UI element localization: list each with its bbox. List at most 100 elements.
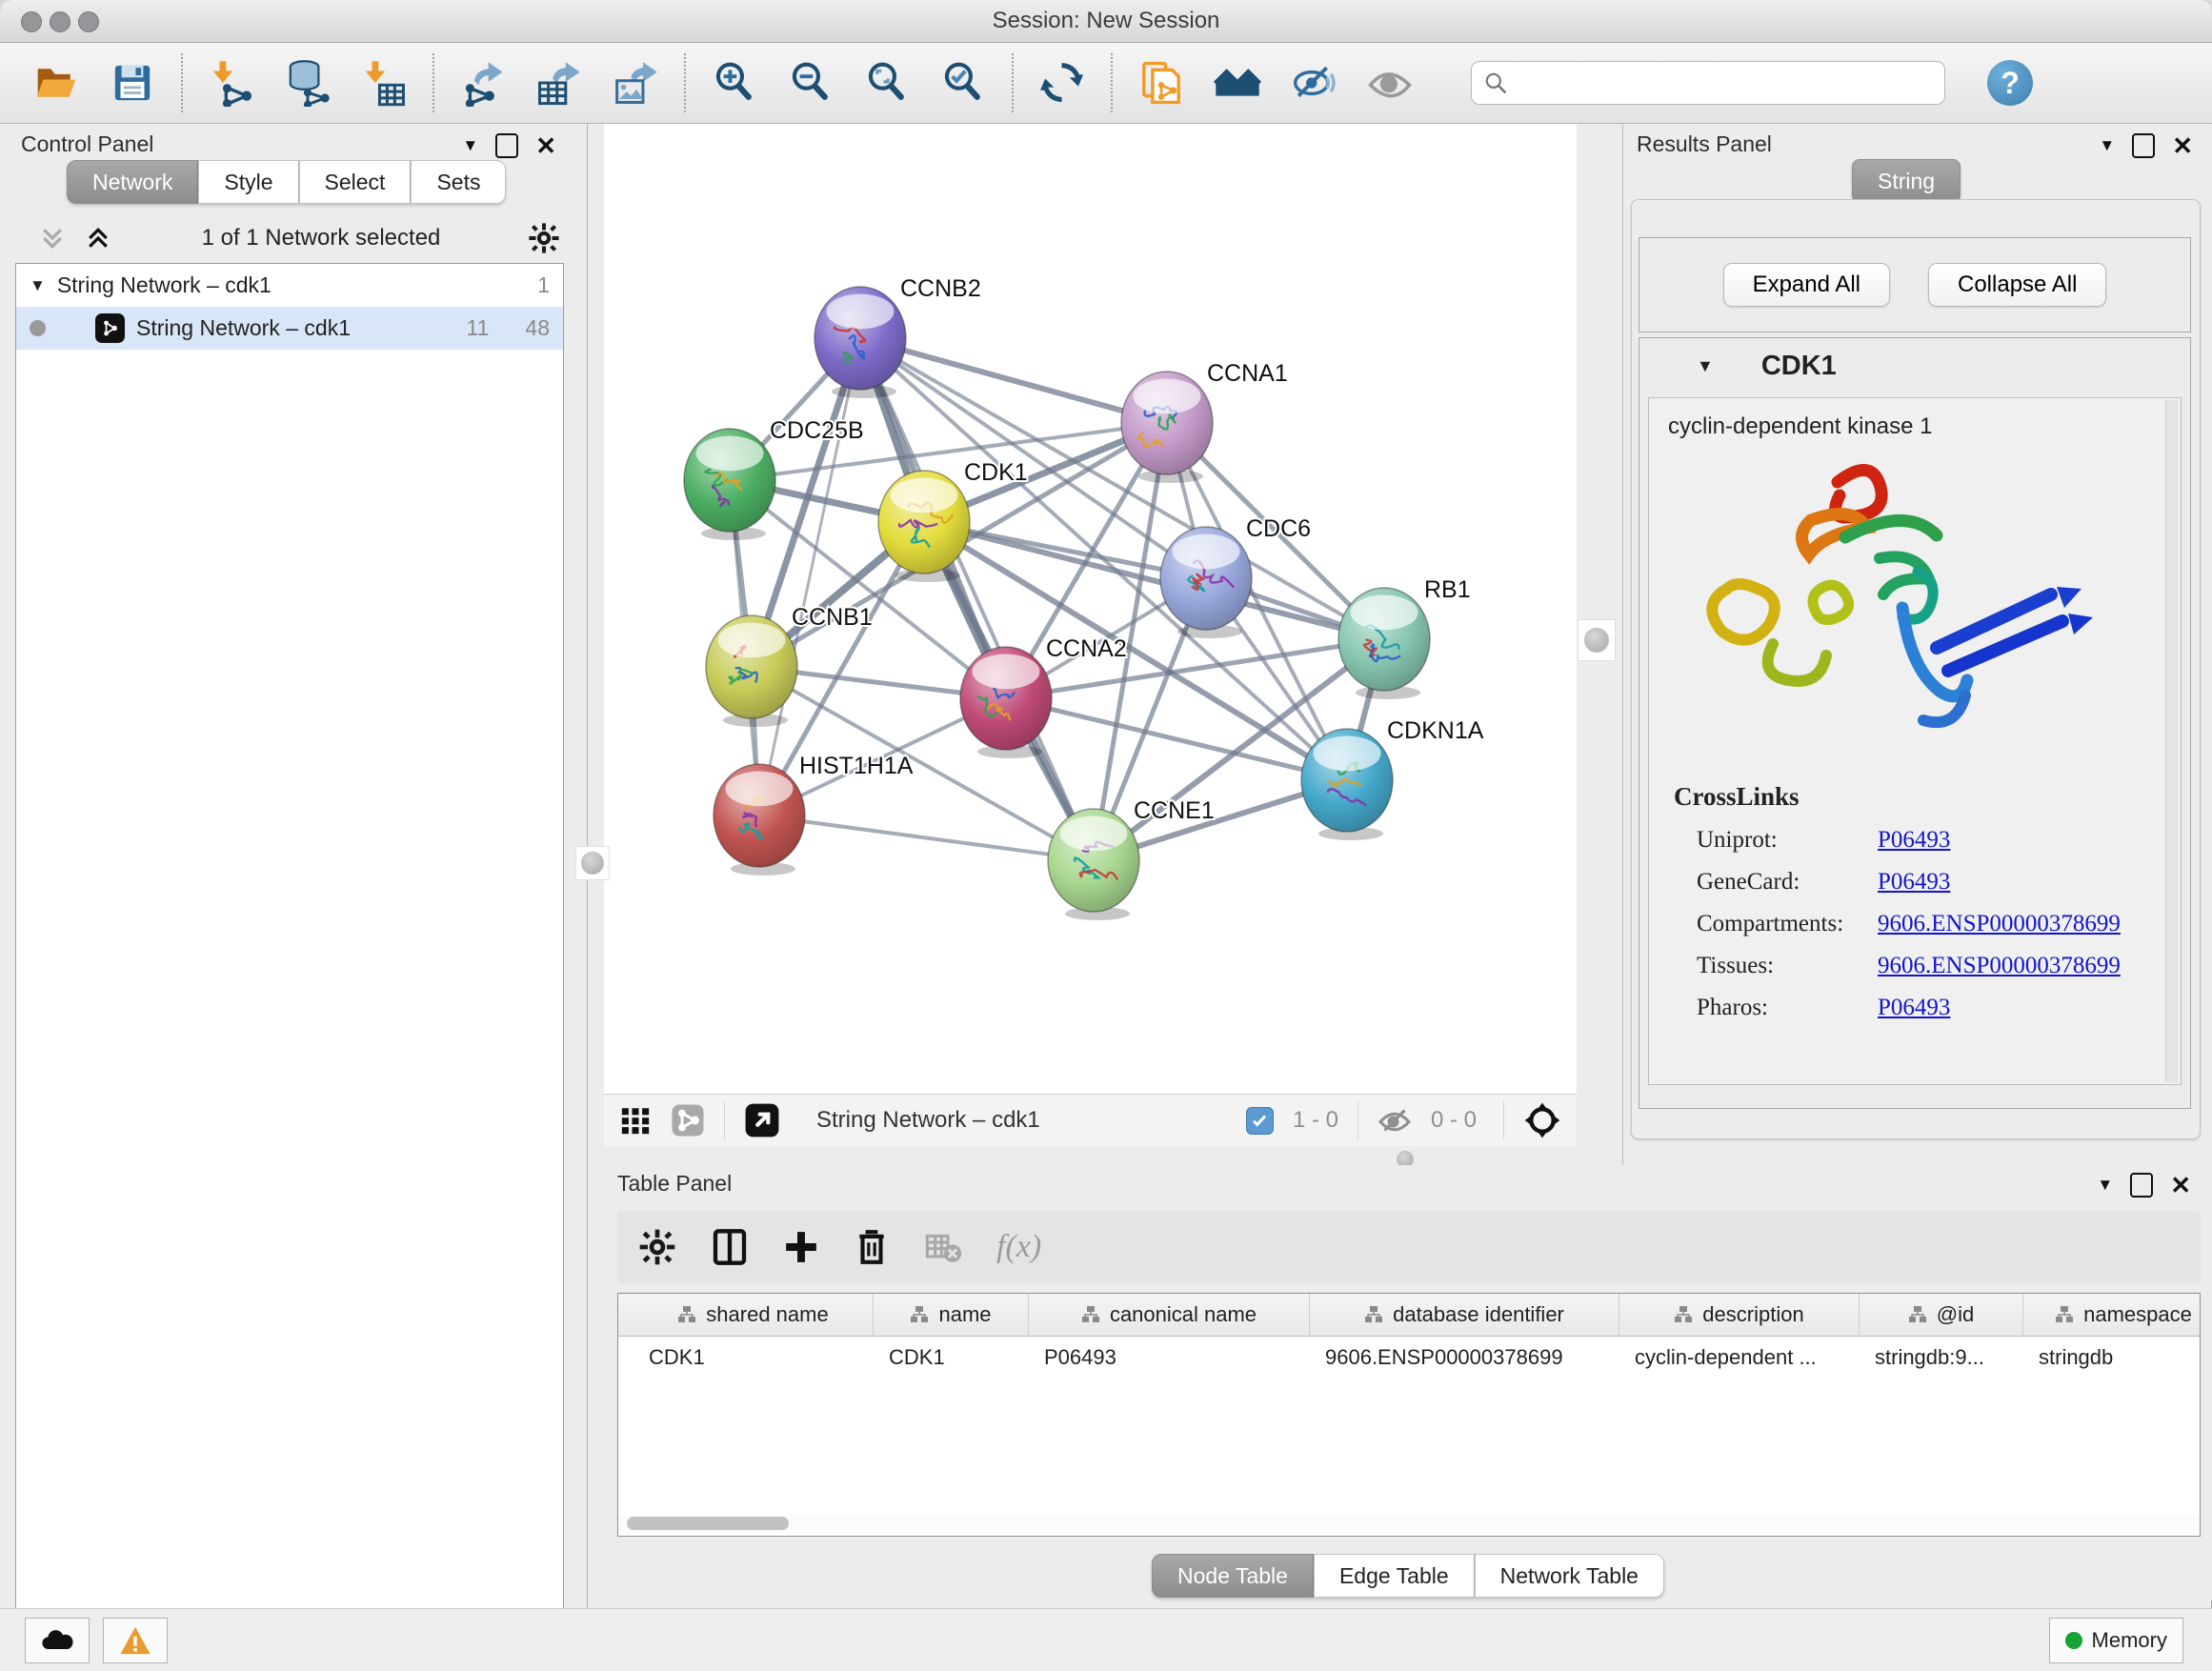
float-panel-icon[interactable]: ▼: [462, 136, 478, 155]
column-header[interactable]: @id: [1860, 1294, 2023, 1336]
open-session-icon[interactable]: [32, 59, 80, 107]
crosslink-link[interactable]: 9606.ENSP00000378699: [1878, 911, 2121, 937]
delete-column-icon[interactable]: [854, 1229, 890, 1265]
network-row[interactable]: String Network – cdk1 11 48: [16, 307, 563, 350]
tab-string[interactable]: String: [1852, 159, 1961, 203]
tab-sets[interactable]: Sets: [411, 160, 506, 204]
column-header[interactable]: namespace: [2023, 1294, 2201, 1336]
cloud-button[interactable]: [25, 1618, 90, 1663]
cell-canonical-name[interactable]: P06493: [1029, 1345, 1310, 1370]
expand-all-icon[interactable]: [82, 224, 114, 252]
show-columns-icon[interactable]: [711, 1228, 749, 1266]
export-image-icon[interactable]: [612, 59, 659, 107]
crosslink-link[interactable]: P06493: [1878, 827, 1950, 854]
zoom-selected-icon[interactable]: [939, 59, 987, 107]
edge-HIST1H1A-CCNE1[interactable]: [759, 815, 1094, 860]
collapse-all-icon[interactable]: [36, 224, 69, 252]
tab-network-table[interactable]: Network Table: [1475, 1554, 1664, 1598]
import-network-database-icon[interactable]: [284, 59, 332, 107]
edge-CCNB2-CCNE1[interactable]: [860, 338, 1094, 860]
edge-CCNB2-HIST1H1A[interactable]: [759, 338, 860, 815]
node-label-HIST1H1A: HIST1H1A: [799, 753, 914, 779]
refresh-view-icon[interactable]: [1038, 59, 1086, 107]
detach-view-icon[interactable]: [744, 1102, 780, 1138]
table-options-gear-icon[interactable]: [638, 1228, 676, 1266]
node-HIST1H1A[interactable]: [714, 764, 805, 876]
edge-CCNA2-CDKN1A[interactable]: [1006, 698, 1347, 780]
tab-node-table[interactable]: Node Table: [1152, 1554, 1314, 1598]
warnings-button[interactable]: [103, 1618, 168, 1663]
cell-database-identifier[interactable]: 9606.ENSP00000378699: [1310, 1345, 1619, 1370]
cell-shared-name[interactable]: CDK1: [633, 1345, 874, 1370]
node-CCNA1[interactable]: [1121, 372, 1213, 483]
grid-view-icon[interactable]: [619, 1104, 652, 1137]
crosslink-link[interactable]: P06493: [1878, 995, 1950, 1021]
table-horizontal-scrollbar[interactable]: [619, 1515, 2199, 1532]
birds-eye-navigator-icon[interactable]: [1523, 1101, 1561, 1139]
export-network-icon[interactable]: [459, 59, 507, 107]
crosslink-link[interactable]: P06493: [1878, 869, 1950, 896]
column-header[interactable]: name: [874, 1294, 1029, 1336]
tab-edge-table[interactable]: Edge Table: [1314, 1554, 1475, 1598]
show-eye-icon[interactable]: [1366, 59, 1414, 107]
zoom-in-icon[interactable]: [711, 59, 758, 107]
tab-select[interactable]: Select: [299, 160, 412, 204]
zoom-fit-icon[interactable]: [863, 59, 911, 107]
splitter-handle-left[interactable]: [575, 846, 610, 880]
column-header[interactable]: database identifier: [1310, 1294, 1619, 1336]
column-header[interactable]: description: [1619, 1294, 1860, 1336]
selected-checkbox-icon[interactable]: [1246, 1107, 1274, 1135]
maximize-panel-icon[interactable]: [2130, 1173, 2153, 1198]
search-input[interactable]: [1518, 70, 1933, 96]
import-table-file-icon[interactable]: [360, 59, 408, 107]
cell-id[interactable]: stringdb:9...: [1860, 1345, 2023, 1370]
tab-style[interactable]: Style: [198, 160, 298, 204]
node-CCNB2[interactable]: [814, 287, 906, 398]
maximize-panel-icon[interactable]: [2132, 133, 2155, 158]
float-panel-icon[interactable]: ▼: [2099, 136, 2115, 155]
close-panel-icon[interactable]: ✕: [2170, 1176, 2191, 1195]
network-view-icon[interactable]: [671, 1103, 705, 1137]
table-row[interactable]: CDK1 CDK1 P06493 9606.ENSP00000378699 cy…: [618, 1337, 2200, 1379]
edge-CDK1-RB1[interactable]: [924, 522, 1384, 639]
export-table-icon[interactable]: [535, 59, 583, 107]
copy-network-icon[interactable]: [1137, 59, 1185, 107]
expand-all-button[interactable]: Expand All: [1723, 263, 1890, 307]
close-panel-icon[interactable]: ✕: [2172, 136, 2193, 155]
import-network-file-icon[interactable]: [208, 59, 255, 107]
hide-graphics-details-icon[interactable]: [1290, 59, 1337, 107]
node-CDC25B[interactable]: [684, 429, 775, 540]
add-column-icon[interactable]: [783, 1229, 819, 1265]
node-RB1[interactable]: [1338, 588, 1430, 699]
node-CCNA2[interactable]: [960, 647, 1052, 758]
node-label-CCNA2: CCNA2: [1046, 635, 1127, 662]
close-panel-icon[interactable]: ✕: [535, 136, 556, 155]
cell-name[interactable]: CDK1: [874, 1345, 1029, 1370]
splitter-handle-right[interactable]: [1578, 619, 1616, 661]
home-icon[interactable]: [1214, 59, 1261, 107]
tab-network[interactable]: Network: [67, 160, 198, 204]
cell-description[interactable]: cyclin-dependent ...: [1619, 1345, 1860, 1370]
column-header[interactable]: shared name: [633, 1294, 874, 1336]
node-CDK1[interactable]: [878, 471, 970, 582]
cell-namespace[interactable]: stringdb: [2023, 1345, 2201, 1370]
float-panel-icon[interactable]: ▼: [2097, 1176, 2113, 1195]
network-canvas[interactable]: CCNB2CCNA1CDC25BCDK1CDC6RB1CCNB1CCNA2CDK…: [604, 124, 1577, 1094]
results-scrollbar[interactable]: [2165, 400, 2178, 1082]
maximize-panel-icon[interactable]: [495, 133, 518, 158]
node-CCNB1[interactable]: [706, 615, 797, 727]
memory-button[interactable]: Memory: [2049, 1618, 2183, 1663]
node-CDKN1A[interactable]: [1301, 729, 1393, 840]
node-CCNE1[interactable]: [1048, 809, 1139, 920]
collapse-triangle-icon[interactable]: ▼: [30, 276, 46, 295]
zoom-out-icon[interactable]: [787, 59, 835, 107]
crosslink-link[interactable]: 9606.ENSP00000378699: [1878, 953, 2121, 979]
network-collection-row[interactable]: ▼ String Network – cdk1 1: [16, 264, 563, 307]
save-session-icon[interactable]: [109, 59, 156, 107]
column-header[interactable]: canonical name: [1029, 1294, 1310, 1336]
network-graph[interactable]: CCNB2CCNA1CDC25BCDK1CDC6RB1CCNB1CCNA2CDK…: [604, 124, 1577, 1094]
help-icon[interactable]: ?: [1987, 60, 2033, 106]
collapse-gene-icon[interactable]: ▼: [1697, 356, 1714, 376]
network-options-gear-icon[interactable]: [528, 222, 560, 254]
collapse-all-button[interactable]: Collapse All: [1928, 263, 2106, 307]
